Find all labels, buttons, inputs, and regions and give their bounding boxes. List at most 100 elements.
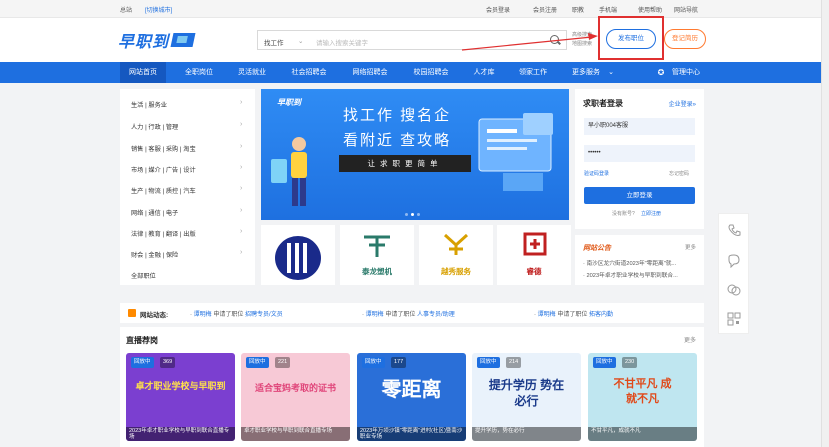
sms-login-link[interactable]: 验证码登录 — [584, 170, 609, 177]
notice-item[interactable]: · 南沙区龙穴街道2023年"零距离"就... — [583, 258, 699, 267]
chevron-right-icon: › — [240, 121, 243, 128]
post-resume-button[interactable]: 登记简历 — [664, 29, 706, 49]
card-headline: 卓才职业学校与早职到 — [135, 381, 226, 391]
enterprise-login-link[interactable]: 企业登录» — [669, 99, 696, 108]
card-caption: 卓才职业学校与早职到联合直播专场 — [241, 427, 350, 441]
help-link[interactable]: 使用帮助 — [638, 5, 662, 14]
search-icon[interactable] — [550, 35, 559, 44]
member-register-link[interactable]: 会员注册 — [533, 5, 557, 14]
search-type-select[interactable]: 找工作 — [264, 37, 284, 47]
banner-slogan: 让求职更简单 — [339, 155, 471, 172]
promo-banner[interactable]: 早职到 找工作 搜名企 看附近 查攻略 让求职更简单 — [261, 89, 569, 220]
card-headline: 适合宝妈考取的证书 — [254, 383, 336, 393]
company-name: 睿德 — [526, 267, 542, 276]
live-badge: 回放中 — [246, 357, 269, 368]
scrollbar[interactable] — [821, 0, 829, 447]
person-illustration-icon — [271, 137, 307, 206]
phone-icon[interactable] — [727, 224, 741, 238]
search-box: 找工作 ⌄ 请输入搜索关键字 — [257, 30, 567, 50]
no-account-text: 没有账号? — [612, 211, 635, 217]
live-section: 直播荐岗 更多 回放中 369 卓才职业学校与早职到 2023年卓才职业学校与早… — [120, 327, 704, 447]
category-item[interactable]: 人力 | 行政 | 管理 — [131, 122, 178, 131]
live-card[interactable]: 回放中 369 卓才职业学校与早职到 2023年卓才职业学校与早职到联合直播专场 — [126, 353, 235, 441]
screen-illustration-icon — [478, 113, 553, 191]
company-logo-card[interactable]: 越秀服务 — [419, 225, 493, 285]
banner-line1: 找工作 搜名企 — [343, 107, 452, 124]
dynamics-entry[interactable]: · 谭明梅 申请了职位 人事专员/助理 — [362, 309, 455, 318]
notice-more-link[interactable]: 更多 — [685, 243, 696, 251]
nav-flexible[interactable]: 灵活就业 — [229, 62, 275, 83]
nav-talent[interactable]: 人才库 — [464, 62, 504, 83]
nav-social-fair[interactable]: 社会招聘会 — [282, 62, 336, 83]
login-button[interactable]: 立即登录 — [584, 187, 695, 204]
member-login-link[interactable]: 会员登录 — [486, 5, 510, 14]
card-caption: 2023年卓才职业学校与早职到联合直播专场 — [126, 427, 235, 441]
nav-home[interactable]: 网站首页 — [120, 62, 166, 83]
vocational-link[interactable]: 职教 — [572, 5, 584, 14]
card-headline: 不甘平凡 成就不凡 — [613, 378, 672, 405]
dynamics-action: 申请了职位 — [385, 312, 416, 318]
username-field[interactable]: 早小职004客服 — [584, 118, 695, 135]
map-search-link[interactable]: 地图搜索 — [572, 40, 592, 47]
notice-item[interactable]: · 2023年卓才职业学校与早职到联合... — [583, 270, 699, 279]
company-logo-card[interactable] — [261, 225, 335, 285]
site-nav-link[interactable]: 网站导航 — [674, 5, 698, 14]
top-bar: 总站 [切换城市] 会员登录 会员注册 职教 手机端 使用帮助 网站导航 — [0, 0, 829, 18]
nav-online-fair[interactable]: 网络招聘会 — [343, 62, 397, 83]
category-item[interactable]: 法律 | 教育 | 翻译 | 出版 — [131, 229, 196, 238]
chat-icon[interactable] — [727, 254, 741, 268]
switch-city-link[interactable]: [切换城市] — [145, 5, 172, 14]
main-nav: 网站首页 全职岗位 灵活就业 社会招聘会 网络招聘会 校园招聘会 人才库 领家工… — [0, 62, 829, 83]
site-logo[interactable]: 早职到 — [118, 29, 196, 51]
nav-more[interactable]: 更多服务 — [563, 62, 609, 83]
password-field[interactable]: •••••• — [584, 145, 695, 162]
chevron-right-icon: › — [240, 143, 243, 150]
company-logo-card[interactable]: 泰龙塑机 — [340, 225, 414, 285]
register-link[interactable]: 立即注册 — [641, 210, 661, 217]
company-logo-card[interactable]: 睿德 — [497, 225, 571, 285]
speaker-icon — [128, 309, 136, 317]
chevron-right-icon: › — [240, 249, 243, 256]
chevron-right-icon: › — [240, 228, 243, 235]
search-input[interactable]: 请输入搜索关键字 — [316, 37, 368, 47]
dynamics-job: 人事专员/助理 — [417, 312, 455, 318]
category-all[interactable]: 全部职位 — [131, 271, 156, 280]
chevron-down-icon: ⌄ — [608, 69, 614, 76]
dynamics-entry[interactable]: · 谭明梅 申请了职位 招聘专员/文员 — [190, 309, 283, 318]
category-item[interactable]: 生活 | 服务业 — [131, 100, 167, 109]
gear-icon: ✪ — [657, 68, 665, 77]
nav-fulltime[interactable]: 全职岗位 — [176, 62, 222, 83]
mobile-link[interactable]: 手机端 — [599, 5, 617, 14]
card-caption: 2023年万顷沙镇"零距离"进村(社区)暨南沙职业专场 — [357, 427, 466, 441]
live-card[interactable]: 回放中 230 不甘平凡 成就不凡 不甘平凡，成就不凡 — [588, 353, 697, 441]
view-count: 214 — [506, 357, 522, 368]
chevron-right-icon: › — [240, 207, 243, 214]
banner-line2: 看附近 查攻略 — [343, 132, 452, 149]
dynamics-user: 谭明梅 — [365, 312, 384, 318]
wechat-icon[interactable] — [727, 283, 741, 297]
forgot-password-link[interactable]: 忘记密码 — [669, 170, 689, 177]
dynamics-entry[interactable]: · 谭明梅 申请了职位 拓客内勤 — [534, 309, 613, 318]
nav-neighbor-work[interactable]: 领家工作 — [510, 62, 556, 83]
carousel-dots[interactable] — [405, 211, 423, 218]
live-card[interactable]: 回放中 214 提升学历 势在必行 提升学历，势在必行 — [472, 353, 581, 441]
dynamics-action: 申请了职位 — [557, 312, 588, 318]
card-headline: 零距离 — [381, 379, 442, 401]
card-headline: 提升学历 势在必行 — [488, 378, 565, 408]
qrcode-icon[interactable] — [727, 312, 741, 326]
category-item[interactable]: 财会 | 金融 | 保险 — [131, 250, 178, 259]
nav-campus-fair[interactable]: 校园招聘会 — [404, 62, 458, 83]
live-card[interactable]: 回放中 177 零距离 2023年万顷沙镇"零距离"进村(社区)暨南沙职业专场 — [357, 353, 466, 441]
category-item[interactable]: 市场 | 媒介 | 广告 | 设计 — [131, 165, 196, 174]
location-text: 总站 — [120, 8, 133, 14]
category-item[interactable]: 生产 | 物流 | 质控 | 汽车 — [131, 186, 196, 195]
advanced-search-link[interactable]: 高级搜索 — [572, 31, 592, 38]
category-item[interactable]: 销售 | 客服 | 采购 | 淘宝 — [131, 144, 196, 153]
category-item[interactable]: 网络 | 通信 | 电子 — [131, 208, 178, 217]
notice-title: 网站公告 — [583, 245, 611, 252]
chevron-right-icon: › — [240, 99, 243, 106]
nav-admin[interactable]: 管理中心 — [668, 62, 704, 83]
live-more-link[interactable]: 更多 — [684, 335, 696, 344]
live-card[interactable]: 回放中 221 适合宝妈考取的证书 卓才职业学校与早职到联合直播专场 — [241, 353, 350, 441]
banner-logo: 早职到 — [277, 98, 301, 107]
